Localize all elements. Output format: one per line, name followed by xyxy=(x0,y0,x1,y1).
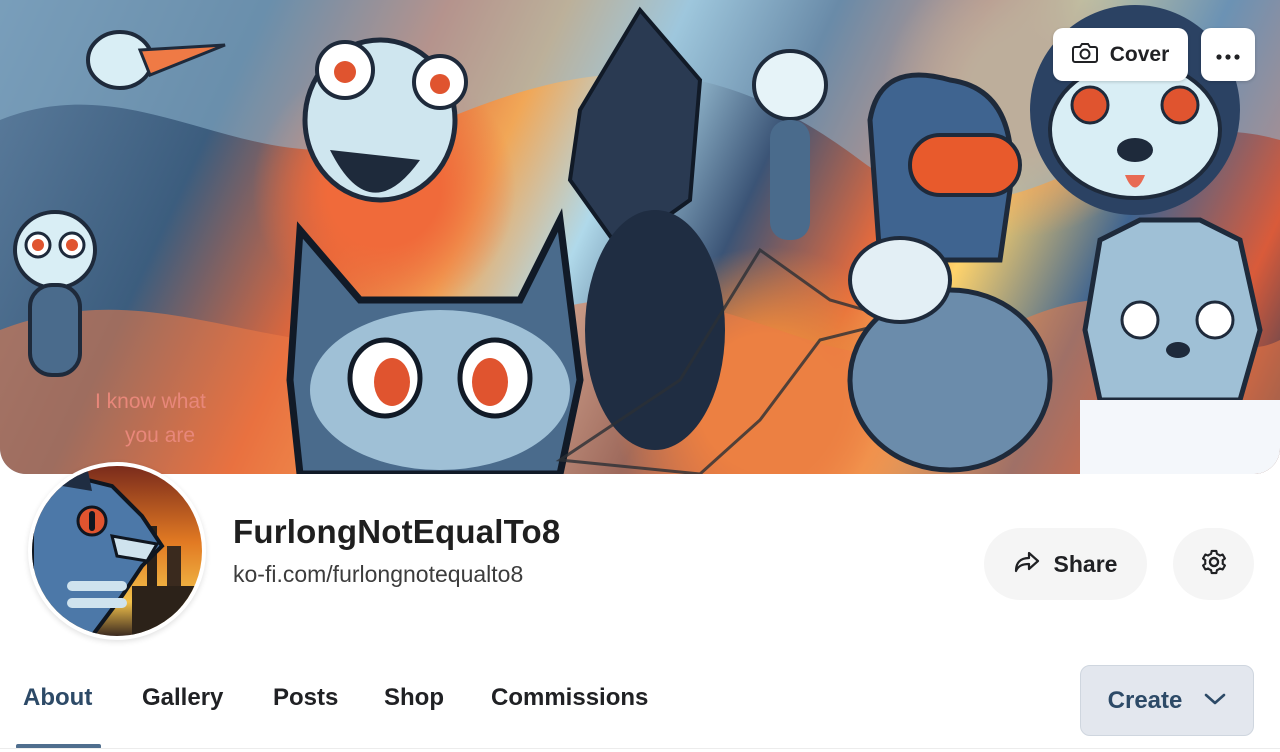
cover-caption-line1: I know what xyxy=(95,390,206,413)
cover-caption-line2: you are xyxy=(125,424,195,447)
more-horizontal-icon xyxy=(1216,45,1240,64)
tab-commissions[interactable]: Commissions xyxy=(491,684,648,712)
settings-button[interactable] xyxy=(1173,528,1254,600)
profile-url[interactable]: ko-fi.com/furlongnotequalto8 xyxy=(233,561,523,588)
tab-shop[interactable]: Shop xyxy=(384,684,444,712)
avatar[interactable] xyxy=(28,462,206,640)
profile-name: FurlongNotEqualTo8 xyxy=(233,513,561,550)
tab-about[interactable]: About xyxy=(23,684,92,712)
gear-icon xyxy=(1200,548,1228,580)
more-options-button[interactable] xyxy=(1201,28,1255,81)
share-button[interactable]: Share xyxy=(984,528,1147,600)
share-arrow-icon xyxy=(1014,551,1040,577)
avatar-image xyxy=(32,466,202,636)
chevron-down-icon xyxy=(1204,691,1226,710)
tab-gallery[interactable]: Gallery xyxy=(142,684,223,712)
share-label: Share xyxy=(1053,550,1118,577)
change-cover-button[interactable]: Cover xyxy=(1053,28,1188,81)
camera-icon xyxy=(1071,42,1098,68)
change-cover-label: Cover xyxy=(1109,42,1170,66)
create-label: Create xyxy=(1107,686,1183,714)
tabs-divider xyxy=(0,748,1280,749)
create-button[interactable]: Create xyxy=(1080,665,1254,736)
tab-posts[interactable]: Posts xyxy=(273,684,338,712)
